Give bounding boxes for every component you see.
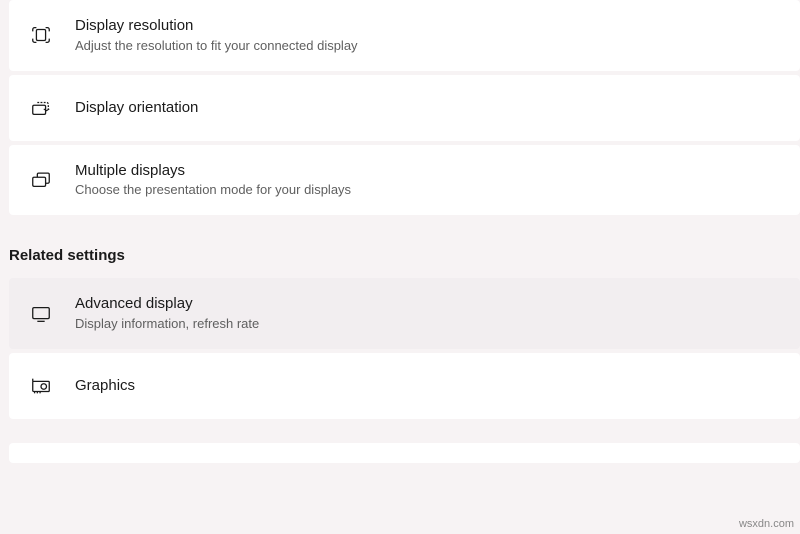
- setting-multiple-displays[interactable]: Multiple displays Choose the presentatio…: [9, 145, 800, 216]
- settings-group-scale-layout: Display resolution Adjust the resolution…: [0, 0, 800, 463]
- setting-subtitle: Choose the presentation mode for your di…: [75, 181, 351, 199]
- watermark: wsxdn.com: [739, 518, 794, 530]
- setting-item-partial[interactable]: [9, 443, 800, 463]
- graphics-card-icon: [29, 374, 53, 398]
- monitor-icon: [29, 302, 53, 326]
- setting-title: Display resolution: [75, 16, 358, 36]
- setting-display-resolution[interactable]: Display resolution Adjust the resolution…: [9, 0, 800, 71]
- setting-display-orientation[interactable]: Display orientation: [9, 75, 800, 141]
- setting-title: Display orientation: [75, 98, 198, 118]
- setting-subtitle: Adjust the resolution to fit your connec…: [75, 37, 358, 55]
- setting-subtitle: Display information, refresh rate: [75, 315, 259, 333]
- resolution-icon: [29, 23, 53, 47]
- setting-advanced-display[interactable]: Advanced display Display information, re…: [9, 278, 800, 349]
- orientation-icon: [29, 96, 53, 120]
- related-settings-header: Related settings: [9, 219, 800, 278]
- setting-title: Advanced display: [75, 294, 259, 314]
- multiple-displays-icon: [29, 168, 53, 192]
- setting-title: Graphics: [75, 376, 135, 396]
- setting-graphics[interactable]: Graphics: [9, 353, 800, 419]
- setting-title: Multiple displays: [75, 161, 351, 181]
